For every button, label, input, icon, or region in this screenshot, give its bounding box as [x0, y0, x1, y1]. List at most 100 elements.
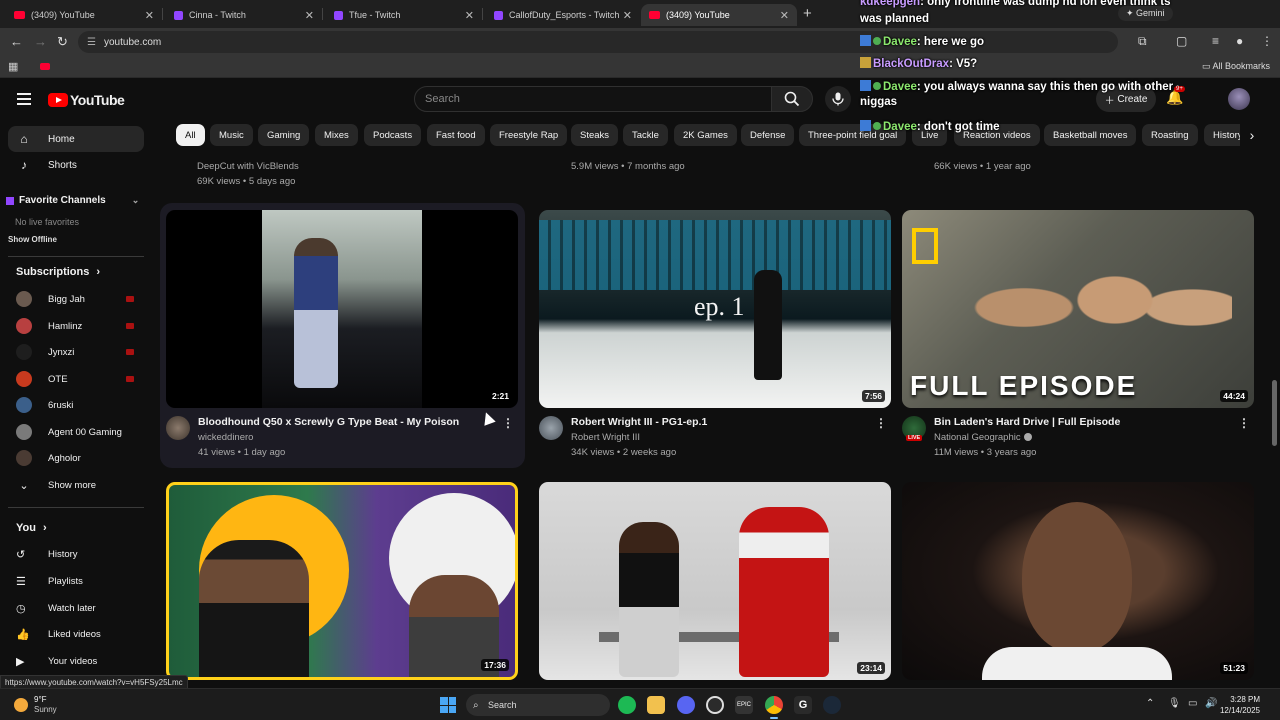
- video-card[interactable]: ep. 1 7:56 Robert Wright III - PG1-ep.1 …: [539, 210, 891, 462]
- weather-widget[interactable]: 9°F Sunny: [14, 695, 57, 715]
- more-actions-icon[interactable]: ⋮: [1238, 416, 1250, 430]
- sidebar-item-home[interactable]: ⌂ Home: [8, 126, 144, 152]
- spotify-icon[interactable]: [618, 696, 636, 714]
- file-explorer-icon[interactable]: [647, 696, 665, 714]
- browser-tab-active[interactable]: (3409) YouTube ✕: [641, 4, 797, 26]
- video-title[interactable]: Bloodhound Q50 x Screwly G Type Beat - M…: [198, 416, 498, 428]
- apps-grid-icon[interactable]: ▦: [8, 60, 18, 73]
- subscriptions-header[interactable]: Subscriptions ›: [16, 266, 100, 278]
- network-icon[interactable]: ▭: [1188, 698, 1197, 709]
- profile-icon[interactable]: ●: [1236, 34, 1243, 48]
- video-card[interactable]: 2:21 Bloodhound Q50 x Screwly G Type Bea…: [166, 210, 518, 462]
- chip-freestyle-rap[interactable]: Freestyle Rap: [490, 124, 568, 146]
- close-tab-icon[interactable]: ✕: [305, 9, 314, 22]
- chrome-icon[interactable]: [765, 696, 783, 714]
- chip-gaming[interactable]: Gaming: [258, 124, 310, 146]
- extensions-icon[interactable]: ⧉: [1138, 34, 1147, 49]
- steam-icon[interactable]: [823, 696, 841, 714]
- forward-icon[interactable]: →: [34, 34, 47, 49]
- new-tab-button[interactable]: +: [803, 5, 812, 22]
- notifications-bell-icon[interactable]: 🔔 9+: [1166, 86, 1185, 106]
- chevron-down-icon[interactable]: ⌄: [132, 195, 140, 206]
- channel-avatar[interactable]: [539, 416, 563, 440]
- back-icon[interactable]: ←: [10, 34, 23, 49]
- sidebar-item-history[interactable]: ↺ History: [16, 543, 140, 565]
- video-title[interactable]: Robert Wright III - PG1-ep.1: [571, 416, 871, 428]
- channel-avatar[interactable]: [166, 416, 190, 440]
- chip-mixes[interactable]: Mixes: [315, 124, 358, 146]
- windows-start-icon[interactable]: [440, 697, 456, 713]
- close-tab-icon[interactable]: ✕: [780, 9, 789, 22]
- video-thumbnail[interactable]: 17:36: [166, 482, 518, 680]
- channel-name[interactable]: DeepCut with VicBlends: [197, 159, 299, 174]
- volume-icon[interactable]: 🔊: [1205, 698, 1217, 709]
- g-hub-icon[interactable]: G: [794, 696, 812, 714]
- video-card[interactable]: FULL EPISODE 44:24 LIVE Bin Laden's Hard…: [902, 210, 1254, 462]
- taskbar-search[interactable]: ⌕ Search: [466, 694, 610, 716]
- video-card[interactable]: 23:14: [539, 482, 891, 680]
- chip-all[interactable]: All: [176, 124, 205, 146]
- hamburger-menu-icon[interactable]: [17, 93, 31, 108]
- browser-tab[interactable]: CallofDuty_Esports - Twitch ✕: [486, 4, 640, 26]
- chip-fast-food[interactable]: Fast food: [427, 124, 485, 146]
- chip-2k-games[interactable]: 2K Games: [674, 124, 737, 146]
- browser-tab[interactable]: (3409) YouTube ✕: [6, 4, 162, 26]
- subscription-item[interactable]: 6ruski: [16, 394, 140, 416]
- media-icon[interactable]: ≡: [1212, 34, 1219, 48]
- account-avatar[interactable]: [1228, 88, 1250, 110]
- channel-name[interactable]: wickeddinero: [198, 432, 253, 443]
- channel-name[interactable]: Robert Wright III: [571, 432, 640, 443]
- youtube-bookmark-icon[interactable]: [40, 63, 50, 70]
- subscription-item[interactable]: Agent 00 Gaming: [16, 421, 140, 443]
- gemini-button[interactable]: ✦ Gemini: [1118, 6, 1173, 21]
- you-header[interactable]: You ›: [16, 522, 47, 534]
- video-thumbnail[interactable]: 2:21: [166, 210, 518, 408]
- video-card[interactable]: 17:36: [166, 482, 518, 680]
- favorite-channels-header[interactable]: Favorite Channels ⌄: [6, 195, 139, 206]
- chip-reaction-videos[interactable]: Reaction videos: [954, 124, 1040, 146]
- more-actions-icon[interactable]: ⋮: [502, 416, 514, 430]
- sidebar-item-your-videos[interactable]: ▶ Your videos: [16, 650, 140, 672]
- show-offline-link[interactable]: Show Offline: [8, 235, 57, 244]
- show-more-button[interactable]: ⌄ Show more: [16, 474, 140, 496]
- menu-icon[interactable]: ⋮: [1261, 34, 1273, 48]
- browser-tab[interactable]: Tfue - Twitch ✕: [326, 4, 482, 26]
- subscription-item[interactable]: Jynxzi: [16, 341, 140, 363]
- page-scrollbar[interactable]: [1272, 380, 1277, 446]
- microphone-tray-icon[interactable]: 🎙: [1168, 698, 1181, 709]
- all-bookmarks-button[interactable]: ▭ All Bookmarks: [1202, 61, 1270, 72]
- video-thumbnail[interactable]: 23:14: [539, 482, 891, 680]
- video-thumbnail[interactable]: ep. 1 7:56: [539, 210, 891, 408]
- subscription-item[interactable]: Hamlinz: [16, 315, 140, 337]
- xbox-icon[interactable]: [706, 696, 724, 714]
- chip-steaks[interactable]: Steaks: [571, 124, 619, 146]
- subscription-item[interactable]: Agholor: [16, 447, 140, 469]
- channel-name[interactable]: National Geographic: [934, 432, 1032, 443]
- chip-three-point-field-goal[interactable]: Three-point field goal: [799, 124, 907, 146]
- chip-live[interactable]: Live: [912, 124, 948, 146]
- chip-music[interactable]: Music: [210, 124, 253, 146]
- video-title[interactable]: Bin Laden's Hard Drive | Full Episode: [934, 416, 1234, 428]
- sidebar-item-playlists[interactable]: ☰ Playlists: [16, 570, 140, 592]
- more-actions-icon[interactable]: ⋮: [875, 416, 887, 430]
- side-panel-icon[interactable]: ▢: [1176, 34, 1187, 48]
- video-card[interactable]: 51:23: [902, 482, 1254, 680]
- system-clock[interactable]: 3:28 PM 12/14/2025: [1220, 694, 1260, 716]
- chip-roasting[interactable]: Roasting: [1142, 124, 1198, 146]
- sidebar-item-shorts[interactable]: ♪ Shorts: [8, 152, 144, 178]
- epic-games-icon[interactable]: EPIC: [735, 696, 753, 714]
- search-input[interactable]: Search: [414, 86, 772, 112]
- site-info-icon[interactable]: ☰: [87, 37, 96, 48]
- close-tab-icon[interactable]: ✕: [145, 9, 154, 22]
- reload-icon[interactable]: ↻: [57, 34, 68, 50]
- voice-search-button[interactable]: [825, 86, 851, 112]
- chip-basketball-moves[interactable]: Basketball moves: [1044, 124, 1137, 146]
- video-thumbnail[interactable]: 51:23: [902, 482, 1254, 680]
- create-button[interactable]: ＋ Create: [1096, 86, 1156, 112]
- chevron-right-icon[interactable]: ›: [1240, 124, 1264, 146]
- discord-icon[interactable]: [677, 696, 695, 714]
- tray-overflow-icon[interactable]: ⌃: [1146, 698, 1154, 709]
- subscription-item[interactable]: Bigg Jah: [16, 288, 140, 310]
- chip-podcasts[interactable]: Podcasts: [364, 124, 422, 146]
- sidebar-item-liked-videos[interactable]: 👍 Liked videos: [16, 623, 140, 645]
